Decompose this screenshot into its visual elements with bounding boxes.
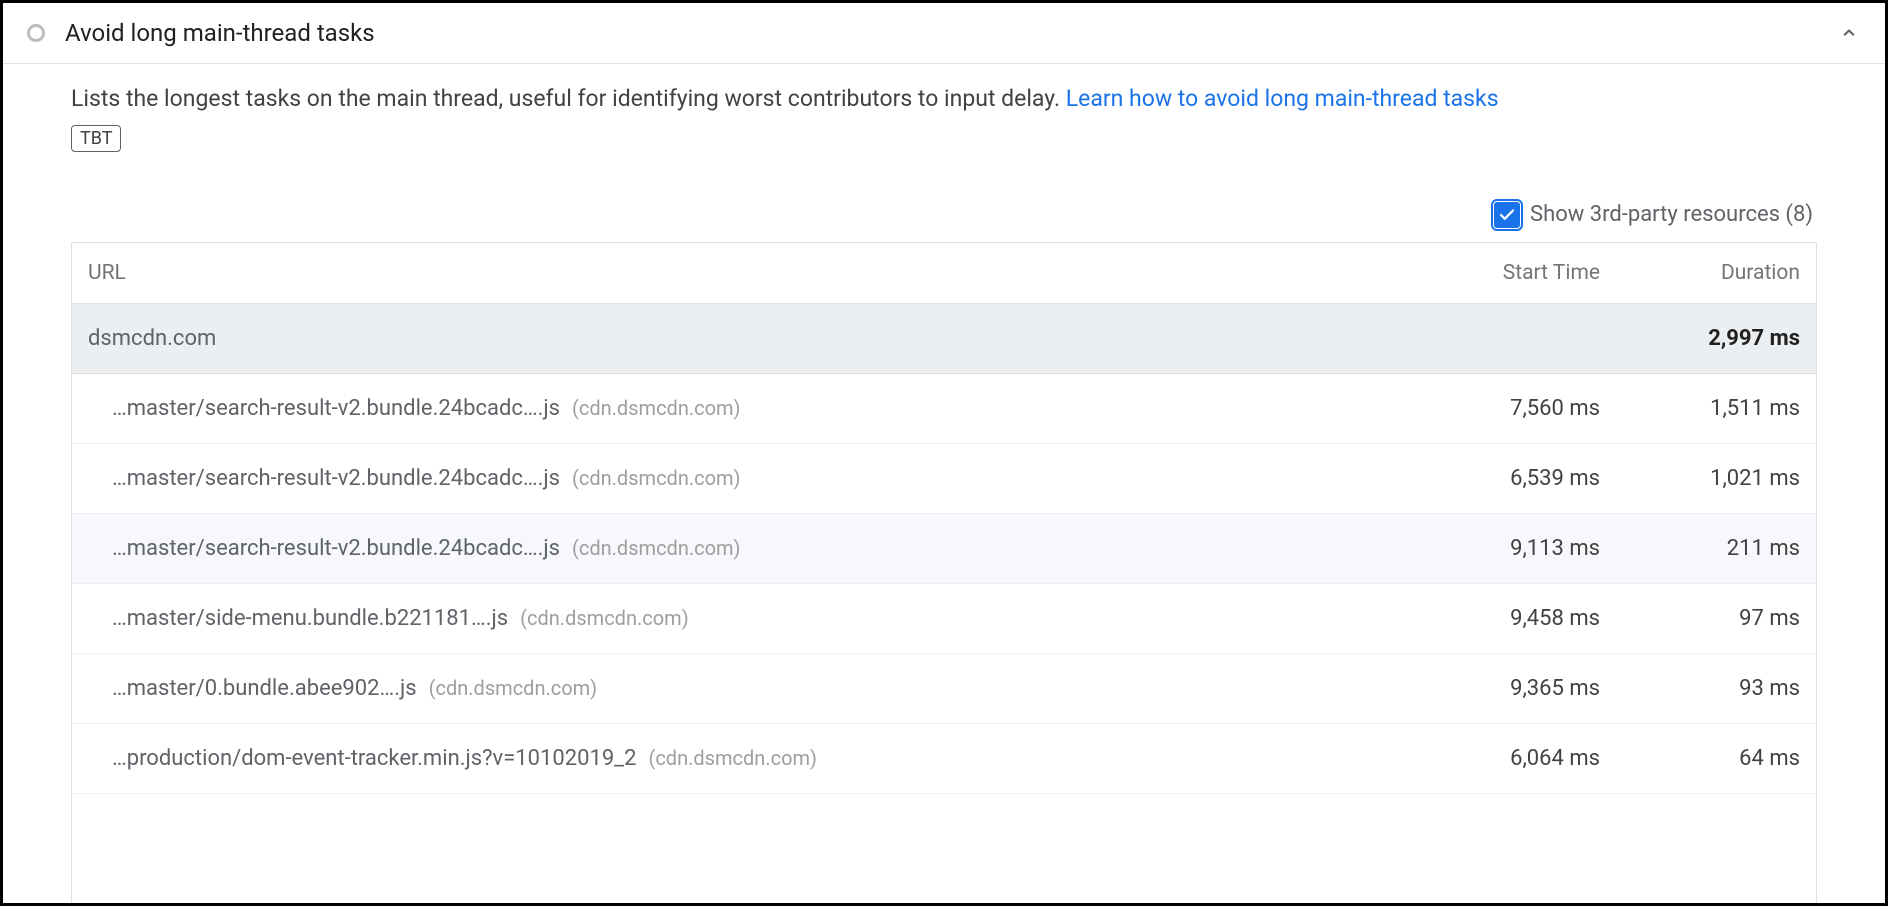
- third-party-label: Show 3rd-party resources (8): [1530, 202, 1813, 227]
- row-duration: 1,021 ms: [1600, 466, 1800, 491]
- checkmark-icon: [1498, 206, 1516, 224]
- row-start: 6,539 ms: [1400, 466, 1600, 491]
- row-duration: 97 ms: [1600, 606, 1800, 631]
- row-duration: 93 ms: [1600, 676, 1800, 701]
- row-origin: (cdn.dsmcdn.com): [572, 466, 741, 490]
- row-path: …master/search-result-v2.bundle.24bcadc……: [112, 466, 560, 491]
- tasks-table: URL Start Time Duration dsmcdn.com 2,997…: [71, 242, 1817, 904]
- row-origin: (cdn.dsmcdn.com): [572, 536, 741, 560]
- col-url: URL: [88, 261, 1400, 285]
- row-path: …master/search-result-v2.bundle.24bcadc……: [112, 536, 560, 561]
- row-start: 6,064 ms: [1400, 746, 1600, 771]
- row-origin: (cdn.dsmcdn.com): [520, 606, 689, 630]
- group-duration: 2,997 ms: [1600, 326, 1800, 351]
- table-row[interactable]: …master/search-result-v2.bundle.24bcadc……: [72, 514, 1816, 584]
- group-host: dsmcdn.com: [88, 326, 1400, 351]
- audit-body: Lists the longest tasks on the main thre…: [3, 64, 1885, 903]
- third-party-toggle-row: Show 3rd-party resources (8): [71, 202, 1817, 228]
- audit-description: Lists the longest tasks on the main thre…: [71, 82, 1817, 117]
- audit-title: Avoid long main-thread tasks: [65, 19, 1817, 47]
- collapse-toggle[interactable]: [1837, 21, 1861, 45]
- table-header: URL Start Time Duration: [72, 243, 1816, 304]
- row-path: …production/dom-event-tracker.min.js?v=1…: [112, 746, 636, 771]
- row-path: …master/0.bundle.abee902….js: [112, 676, 417, 701]
- description-text: Lists the longest tasks on the main thre…: [71, 85, 1066, 112]
- row-origin: (cdn.dsmcdn.com): [572, 396, 741, 420]
- learn-more-link[interactable]: Learn how to avoid long main-thread task…: [1066, 85, 1499, 112]
- row-duration: 211 ms: [1600, 536, 1800, 561]
- chevron-up-icon: [1839, 23, 1859, 43]
- row-origin: (cdn.dsmcdn.com): [648, 746, 817, 770]
- row-path: …master/search-result-v2.bundle.24bcadc……: [112, 396, 560, 421]
- row-duration: 64 ms: [1600, 746, 1800, 771]
- status-indicator-icon: [27, 24, 45, 42]
- row-duration: 1,511 ms: [1600, 396, 1800, 421]
- tbt-badge: TBT: [71, 125, 121, 152]
- row-origin: (cdn.dsmcdn.com): [429, 676, 598, 700]
- row-start: 9,458 ms: [1400, 606, 1600, 631]
- row-path: …master/side-menu.bundle.b221181….js: [112, 606, 508, 631]
- table-row[interactable]: …master/search-result-v2.bundle.24bcadc……: [72, 374, 1816, 444]
- row-start: 9,365 ms: [1400, 676, 1600, 701]
- audit-panel: Avoid long main-thread tasks Lists the l…: [0, 0, 1888, 906]
- table-row[interactable]: …master/search-result-v2.bundle.24bcadc……: [72, 444, 1816, 514]
- table-row[interactable]: …master/side-menu.bundle.b221181….js (cdn…: [72, 584, 1816, 654]
- table-row[interactable]: …production/dom-event-tracker.min.js?v=1…: [72, 724, 1816, 794]
- metric-badge-row: TBT: [71, 125, 1817, 152]
- table-row[interactable]: …master/0.bundle.abee902….js (cdn.dsmcdn.…: [72, 654, 1816, 724]
- row-start: 9,113 ms: [1400, 536, 1600, 561]
- third-party-checkbox[interactable]: [1494, 202, 1520, 228]
- table-group-row[interactable]: dsmcdn.com 2,997 ms: [72, 304, 1816, 374]
- col-duration: Duration: [1600, 261, 1800, 285]
- audit-header[interactable]: Avoid long main-thread tasks: [3, 3, 1885, 64]
- col-start-time: Start Time: [1400, 261, 1600, 285]
- row-start: 7,560 ms: [1400, 396, 1600, 421]
